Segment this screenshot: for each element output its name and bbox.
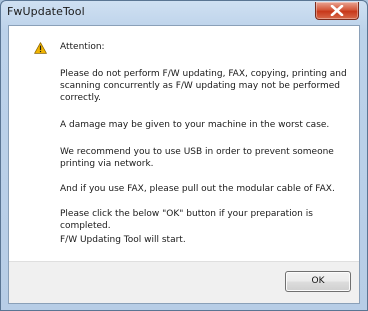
message-fax-cable: And if you use FAX, please pull out the … [60,184,335,194]
message-tool-start: F/W Updating Tool will start. [60,235,186,245]
dialog-window: FwUpdateTool Attention: Please do not pe… [0,0,368,311]
message-damage-warning: A damage may be given to your machine in… [60,120,330,130]
button-bar: OK [9,261,359,303]
warning-icon [34,42,47,54]
message-no-concurrent-ops: Please do not perform F/W updating, FAX,… [60,69,347,103]
ok-button[interactable]: OK [285,271,351,292]
message-use-usb: We recommend you to use USB in order to … [60,147,334,169]
title-bar[interactable]: FwUpdateTool [1,1,367,25]
attention-heading: Attention: [60,42,105,52]
message-click-ok: Please click the below "OK" button if yo… [60,209,313,231]
close-icon [330,5,344,16]
window-title: FwUpdateTool [7,5,85,18]
close-button[interactable] [315,2,359,20]
dialog-content: Attention: Please do not perform F/W upd… [8,25,360,304]
